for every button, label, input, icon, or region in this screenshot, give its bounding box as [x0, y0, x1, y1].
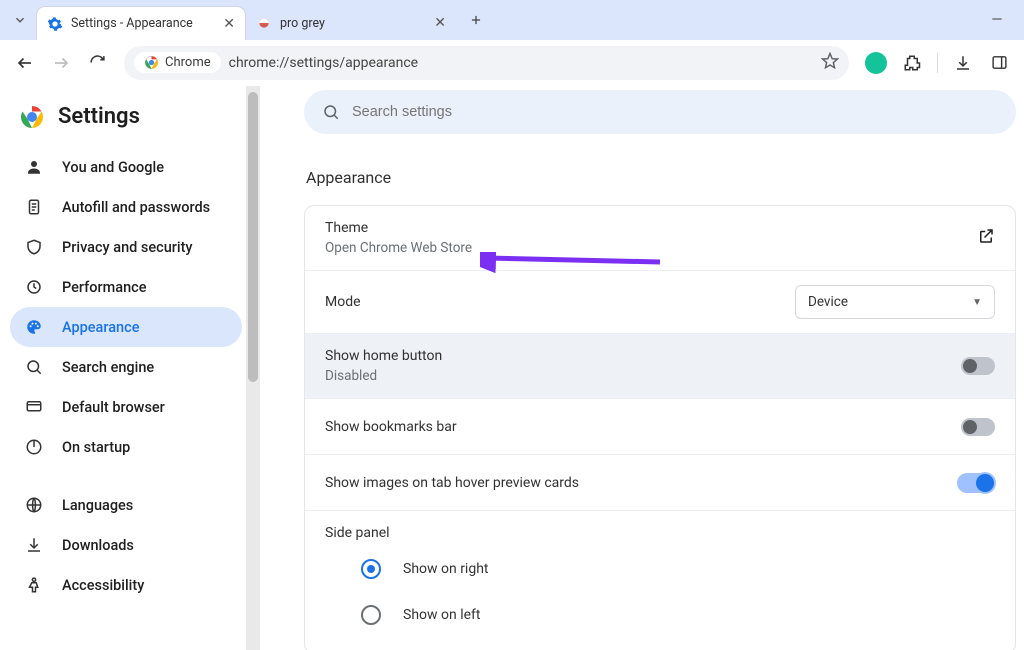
search-icon [322, 103, 340, 121]
nav-label: Appearance [62, 319, 139, 336]
mode-select-value: Device [808, 294, 848, 310]
close-icon[interactable]: ✕ [434, 15, 446, 31]
settings-body: Settings You and Google Autofill and pass… [0, 86, 1024, 650]
settings-main: Appearance Theme Open Chrome Web Store M… [260, 86, 1024, 650]
side-panel-icon[interactable] [984, 48, 1014, 78]
nav-label: Downloads [62, 537, 134, 554]
gear-icon [47, 16, 63, 32]
settings-header: Settings [10, 100, 242, 147]
reload-button[interactable] [82, 48, 112, 78]
mode-select[interactable]: Device ▼ [795, 285, 995, 319]
toolbar-divider [937, 53, 938, 73]
settings-search[interactable] [304, 90, 1016, 134]
nav-label: Privacy and security [62, 239, 193, 256]
sidebar-item-performance[interactable]: Performance [10, 267, 242, 307]
tab-strip: Settings - Appearance ✕ pro grey ✕ [0, 0, 1024, 40]
bookmarks-bar-toggle[interactable] [961, 418, 995, 436]
nav-icon [24, 398, 44, 416]
close-icon[interactable]: ✕ [223, 16, 235, 32]
nav-label: Accessibility [62, 577, 144, 594]
sidebar-item-on-startup[interactable]: On startup [10, 427, 242, 467]
back-button[interactable] [10, 48, 40, 78]
sidebar-item-default-browser[interactable]: Default browser [10, 387, 242, 427]
chrome-logo-icon [20, 105, 44, 129]
nav-icon [24, 536, 44, 554]
radio-unselected-icon [361, 605, 381, 625]
sidebar-item-you-and-google[interactable]: You and Google [10, 147, 242, 187]
hover-preview-toggle[interactable] [957, 473, 995, 493]
settings-search-input[interactable] [352, 104, 998, 120]
appearance-card: Theme Open Chrome Web Store Mode Device … [304, 205, 1016, 650]
minimize-button[interactable] [990, 11, 1018, 30]
open-external-icon[interactable] [977, 227, 995, 249]
settings-sidebar: Settings You and Google Autofill and pass… [0, 86, 246, 650]
show-home-label: Show home button [325, 348, 961, 364]
nav-icon [24, 496, 44, 514]
sidebar-item-downloads[interactable]: Downloads [10, 525, 242, 565]
settings-nav: You and Google Autofill and passwords Priv… [10, 147, 242, 605]
url-text: chrome://settings/appearance [229, 55, 813, 71]
theme-favicon-icon [256, 15, 272, 31]
bookmarks-bar-label: Show bookmarks bar [325, 419, 961, 435]
grammarly-extension-icon[interactable] [861, 48, 891, 78]
sidebar-item-languages[interactable]: Languages [10, 485, 242, 525]
sidebar-item-search-engine[interactable]: Search engine [10, 347, 242, 387]
tab-title: pro grey [280, 16, 426, 31]
nav-label: Search engine [62, 359, 154, 376]
nav-icon [24, 158, 44, 176]
section-heading: Appearance [306, 168, 1016, 187]
tabs-dropdown-chevron[interactable] [6, 6, 34, 34]
nav-label: On startup [62, 439, 130, 456]
nav-icon [24, 576, 44, 594]
radio-selected-icon [361, 559, 381, 579]
forward-button[interactable] [46, 48, 76, 78]
show-home-toggle[interactable] [961, 357, 995, 375]
sidebar-scrollbar[interactable] [246, 86, 260, 650]
sidebar-item-privacy-and-security[interactable]: Privacy and security [10, 227, 242, 267]
browser-toolbar: Chrome chrome://settings/appearance [0, 40, 1024, 86]
nav-label: Performance [62, 279, 147, 296]
side-panel-label: Side panel [325, 525, 390, 541]
theme-subtitle: Open Chrome Web Store [325, 240, 977, 256]
show-home-sub: Disabled [325, 368, 961, 384]
dropdown-caret-icon: ▼ [972, 297, 982, 308]
nav-icon [24, 278, 44, 296]
bookmarks-bar-row: Show bookmarks bar [305, 398, 1015, 454]
omnibox[interactable]: Chrome chrome://settings/appearance [124, 46, 849, 80]
bookmark-star-icon[interactable] [821, 52, 839, 74]
tab-title: Settings - Appearance [71, 16, 215, 31]
tab-settings-appearance[interactable]: Settings - Appearance ✕ [36, 6, 246, 40]
side-panel-option-right[interactable]: Show on right [325, 551, 489, 587]
chip-label: Chrome [165, 55, 211, 70]
hover-preview-label: Show images on tab hover preview cards [325, 475, 957, 491]
side-panel-option-left[interactable]: Show on left [325, 597, 480, 633]
theme-label: Theme [325, 220, 977, 236]
show-home-row: Show home button Disabled [305, 333, 1015, 398]
sidebar-item-accessibility[interactable]: Accessibility [10, 565, 242, 605]
tab-pro-grey[interactable]: pro grey ✕ [246, 6, 456, 40]
nav-icon [24, 438, 44, 456]
mode-label: Mode [325, 294, 795, 310]
theme-row[interactable]: Theme Open Chrome Web Store [305, 206, 1015, 270]
nav-label: Default browser [62, 399, 165, 416]
mode-row: Mode Device ▼ [305, 270, 1015, 333]
nav-icon [24, 198, 44, 216]
sidebar-item-appearance[interactable]: Appearance [10, 307, 242, 347]
sidebar-item-autofill-and-passwords[interactable]: Autofill and passwords [10, 187, 242, 227]
nav-icon [24, 238, 44, 256]
side-panel-row: Side panel Show on right Show on left [305, 510, 1015, 650]
new-tab-button[interactable] [462, 6, 490, 34]
nav-icon [24, 318, 44, 336]
nav-label: Autofill and passwords [62, 199, 210, 216]
hover-preview-row: Show images on tab hover preview cards [305, 454, 1015, 510]
chrome-chip: Chrome [134, 52, 221, 73]
settings-title: Settings [58, 104, 140, 129]
nav-label: Languages [62, 497, 133, 514]
nav-label: You and Google [62, 159, 164, 176]
downloads-icon[interactable] [948, 48, 978, 78]
nav-icon [24, 358, 44, 376]
extensions-icon[interactable] [897, 48, 927, 78]
